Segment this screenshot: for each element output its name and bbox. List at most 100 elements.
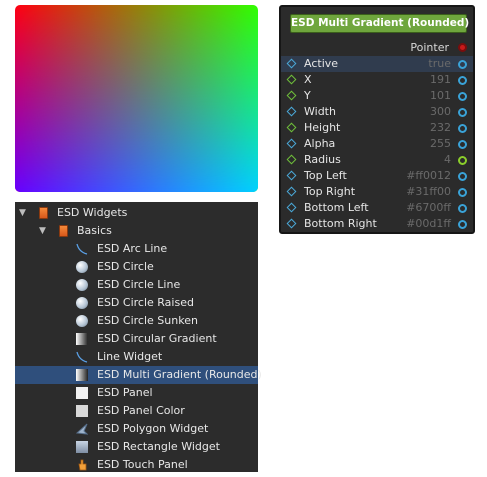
property-row[interactable]: Bottom Left #6700ff [281, 200, 473, 216]
tree-item-label: ESD Circle Line [97, 278, 181, 291]
property-name: Bottom Left [304, 201, 369, 214]
input-diamond-icon[interactable] [286, 154, 297, 165]
line-icon [76, 351, 88, 363]
property-name: Radius [304, 153, 341, 166]
property-name: Height [304, 121, 341, 134]
gradient-icon [76, 333, 88, 345]
output-label: Pointer [410, 41, 449, 54]
tree-item-label: Line Widget [97, 350, 163, 363]
folder-icon [39, 207, 48, 219]
property-name: Width [304, 105, 336, 118]
tree-item[interactable]: ESD Circular Gradient [15, 330, 258, 348]
tree-item[interactable]: Line Widget [15, 348, 258, 366]
node-title[interactable]: ESD Multi Gradient (Rounded) [290, 14, 469, 33]
input-diamond-icon[interactable] [286, 74, 297, 85]
property-row[interactable]: Width 300 [281, 104, 473, 120]
output-port-icon[interactable] [458, 43, 467, 52]
tree-item-label: ESD Circular Gradient [97, 332, 217, 345]
property-name: Alpha [304, 137, 336, 150]
property-row[interactable]: Y 101 [281, 88, 473, 104]
property-value[interactable]: 4 [444, 152, 451, 168]
tree-item[interactable]: ESD Rectangle Widget [15, 438, 258, 456]
property-value[interactable]: 255 [430, 136, 451, 152]
output-port-icon[interactable] [458, 220, 467, 229]
circle-icon [76, 261, 88, 273]
hand-icon [76, 459, 88, 471]
output-port-icon[interactable] [458, 92, 467, 101]
output-port-icon[interactable] [458, 172, 467, 181]
tree-item-label: ESD Circle [97, 260, 154, 273]
property-row[interactable]: Bottom Right #00d1ff [281, 216, 473, 232]
output-port-icon[interactable] [458, 124, 467, 133]
folder-icon [59, 225, 68, 237]
property-name: X [304, 73, 312, 86]
property-row[interactable]: Radius 4 [281, 152, 473, 168]
property-value[interactable]: 101 [430, 88, 451, 104]
input-diamond-icon[interactable] [286, 90, 297, 101]
tree-item-label: ESD Widgets [57, 206, 128, 219]
tree-item[interactable]: ESD Panel Color [15, 402, 258, 420]
tree-item-label: ESD Circle Raised [97, 296, 194, 309]
property-value[interactable]: #31ff00 [406, 184, 451, 200]
input-diamond-icon[interactable] [286, 170, 297, 181]
property-value[interactable]: 191 [430, 72, 451, 88]
property-value[interactable]: 232 [430, 120, 451, 136]
output-port-icon[interactable] [458, 140, 467, 149]
tree-item-label: Basics [77, 224, 112, 237]
property-row[interactable]: Alpha 255 [281, 136, 473, 152]
gradient-preview [15, 5, 258, 192]
panel-color-icon [76, 405, 88, 417]
tree-item[interactable]: ESD Multi Gradient (Rounded) [15, 366, 262, 384]
tree-item-label: ESD Polygon Widget [97, 422, 209, 435]
input-diamond-icon[interactable] [286, 106, 297, 117]
input-diamond-icon[interactable] [286, 122, 297, 133]
tree-item[interactable]: ESD Circle Line [15, 276, 258, 294]
output-port-icon[interactable] [458, 76, 467, 85]
property-value[interactable]: true [428, 56, 451, 72]
tree-item[interactable]: ESD Panel [15, 384, 258, 402]
input-diamond-icon[interactable] [286, 202, 297, 213]
circle-icon [76, 297, 88, 309]
property-row[interactable]: Active true [281, 56, 473, 72]
output-port-icon[interactable] [458, 60, 467, 69]
tree-item[interactable]: ESD Circle Raised [15, 294, 258, 312]
gradient-icon [76, 369, 88, 381]
output-port-icon[interactable] [458, 156, 467, 165]
property-name: Active [304, 57, 339, 70]
tree-item-label: ESD Multi Gradient (Rounded) [97, 368, 262, 381]
output-port-icon[interactable] [458, 188, 467, 197]
property-row[interactable]: Height 232 [281, 120, 473, 136]
output-port-icon[interactable] [458, 204, 467, 213]
property-value[interactable]: 300 [430, 104, 451, 120]
property-value[interactable]: #00d1ff [406, 216, 451, 232]
property-name: Bottom Right [304, 217, 377, 230]
tree-item[interactable]: ESD Polygon Widget [15, 420, 258, 438]
input-diamond-icon[interactable] [286, 138, 297, 149]
rectangle-icon [76, 441, 88, 453]
input-diamond-icon[interactable] [286, 218, 297, 229]
property-row[interactable]: X 191 [281, 72, 473, 88]
tree-item-basics[interactable]: ▼ Basics [15, 222, 258, 240]
circle-icon [76, 315, 88, 327]
tree-item[interactable]: ESD Circle [15, 258, 258, 276]
tree-item[interactable]: ESD Arc Line [15, 240, 258, 258]
polygon-icon [75, 423, 89, 435]
tree-item[interactable]: ESD Touch Panel [15, 456, 258, 474]
input-diamond-icon[interactable] [286, 186, 297, 197]
output-row: Pointer [281, 40, 473, 56]
tree-item[interactable]: ESD Circle Sunken [15, 312, 258, 330]
input-diamond-icon[interactable] [286, 58, 297, 69]
node-panel[interactable]: ESD Multi Gradient (Rounded) Pointer Act… [279, 5, 475, 234]
widget-tree[interactable]: ▼ ESD Widgets ▼ Basics ESD Arc Line ESD C… [15, 202, 262, 474]
expand-arrow-icon[interactable]: ▼ [39, 222, 46, 240]
output-port-icon[interactable] [458, 108, 467, 117]
expand-arrow-icon[interactable]: ▼ [19, 204, 26, 222]
property-value[interactable]: #6700ff [406, 200, 451, 216]
tree-item-esd-widgets[interactable]: ▼ ESD Widgets [15, 204, 258, 222]
tree-item-label: ESD Panel [97, 386, 153, 399]
arc-line-icon [76, 243, 88, 255]
property-row[interactable]: Top Right #31ff00 [281, 184, 473, 200]
property-value[interactable]: #ff0012 [406, 168, 451, 184]
tree-item-label: ESD Arc Line [97, 242, 168, 255]
property-row[interactable]: Top Left #ff0012 [281, 168, 473, 184]
